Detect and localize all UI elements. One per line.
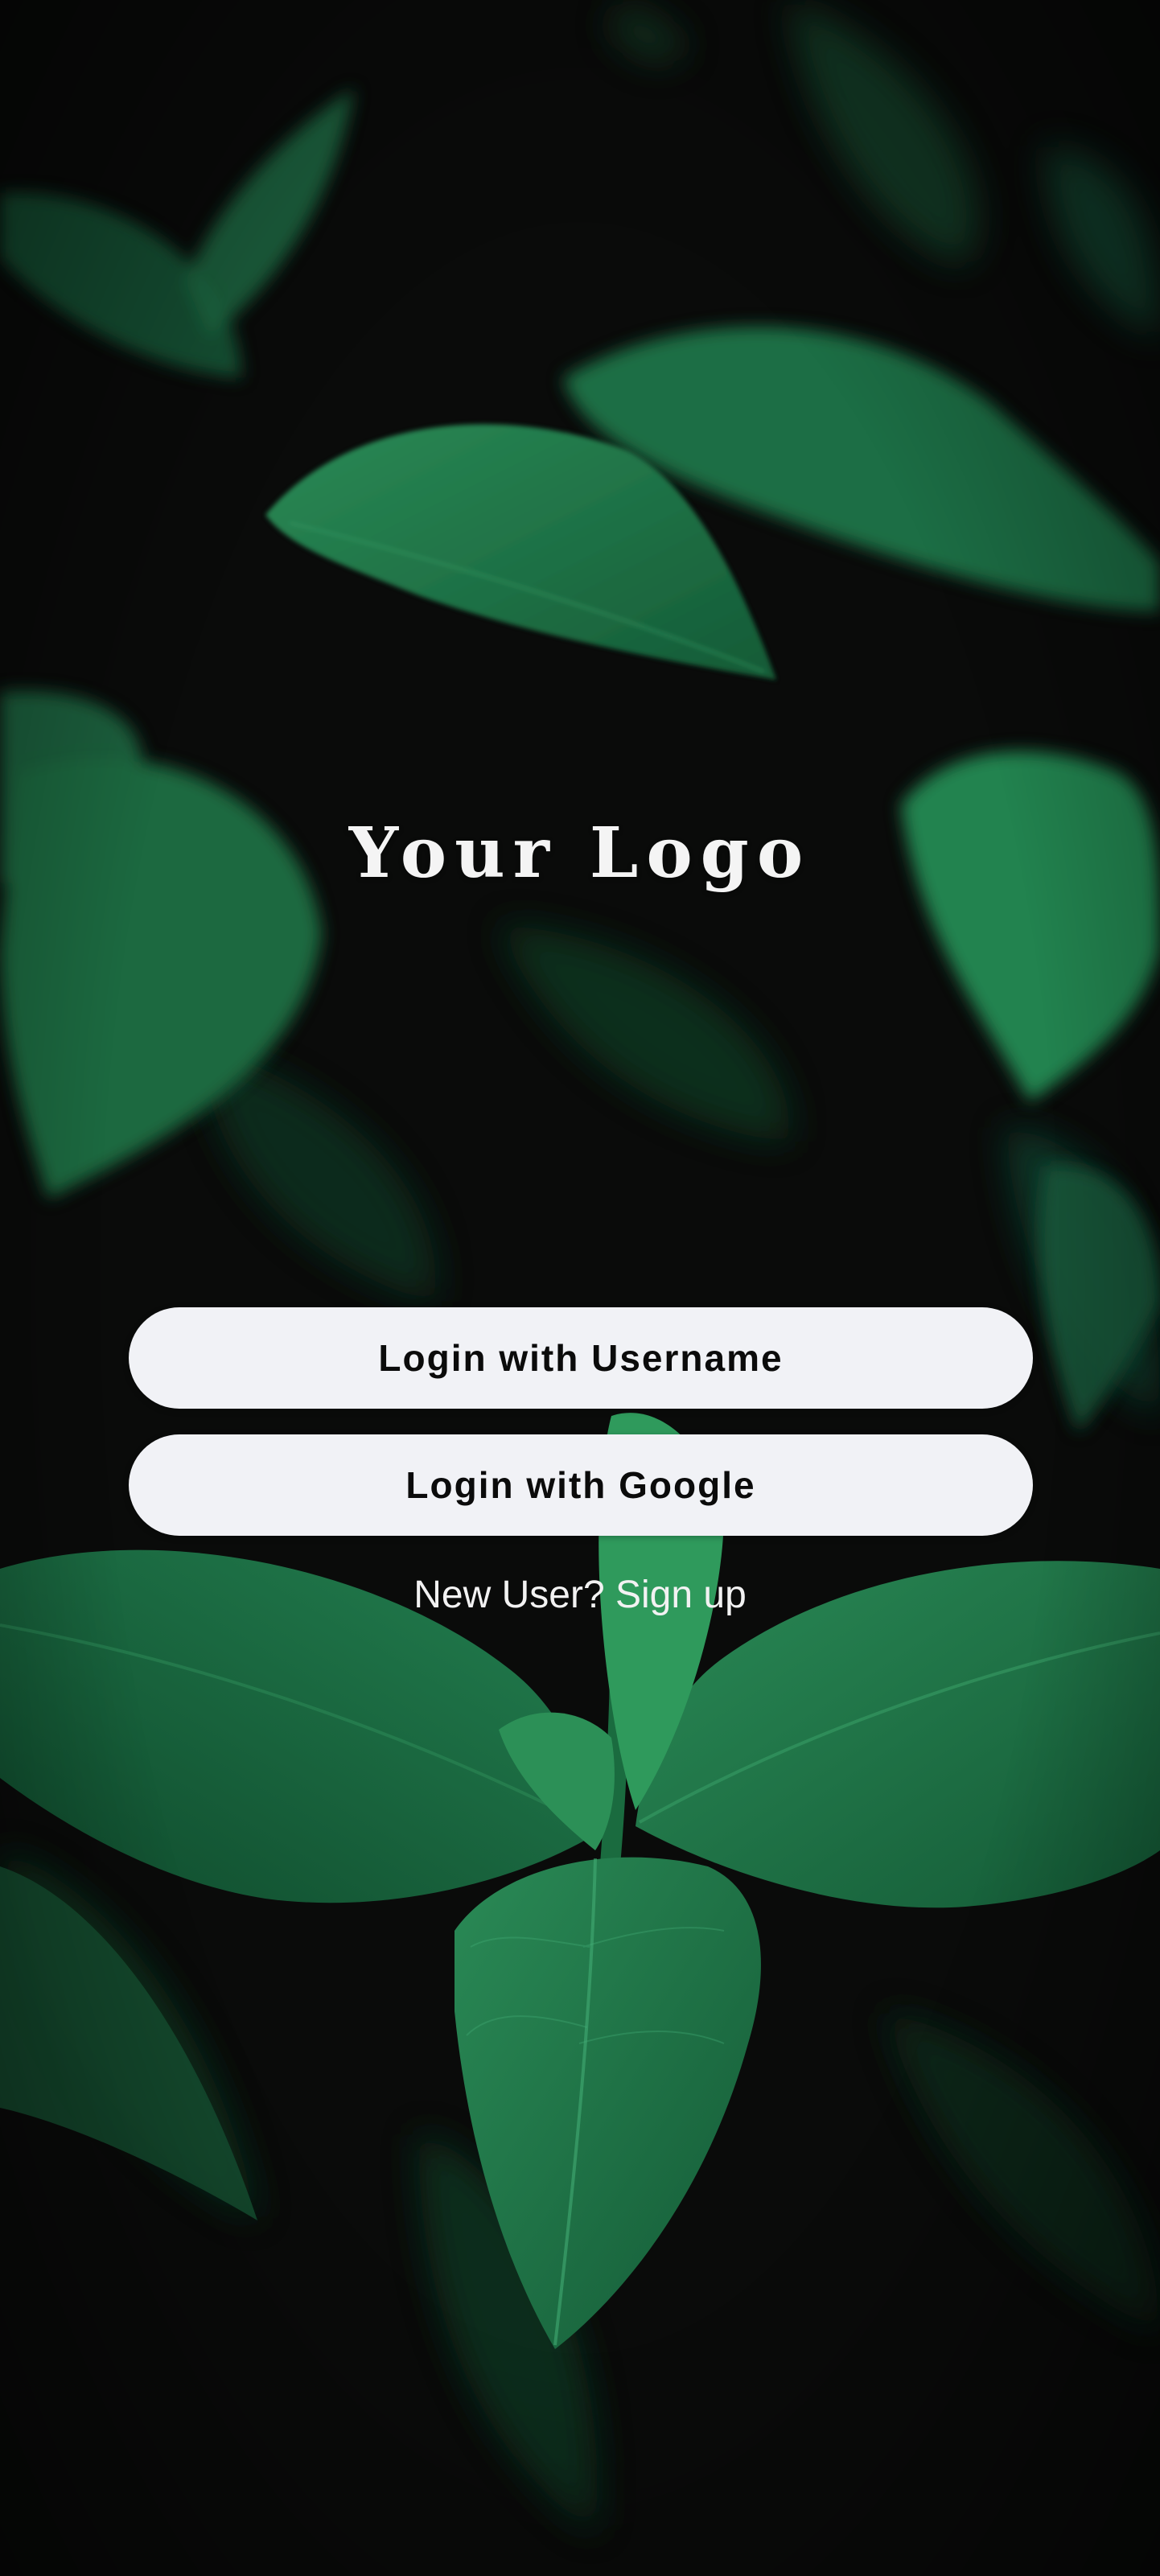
login-username-button[interactable]: Login with Username: [129, 1307, 1033, 1409]
signup-link[interactable]: New User? Sign up: [0, 1573, 1160, 1617]
login-google-button[interactable]: Login with Google: [129, 1434, 1033, 1536]
leaf-background-image: [0, 0, 1160, 2576]
app-logo: Your Logo: [348, 813, 812, 894]
